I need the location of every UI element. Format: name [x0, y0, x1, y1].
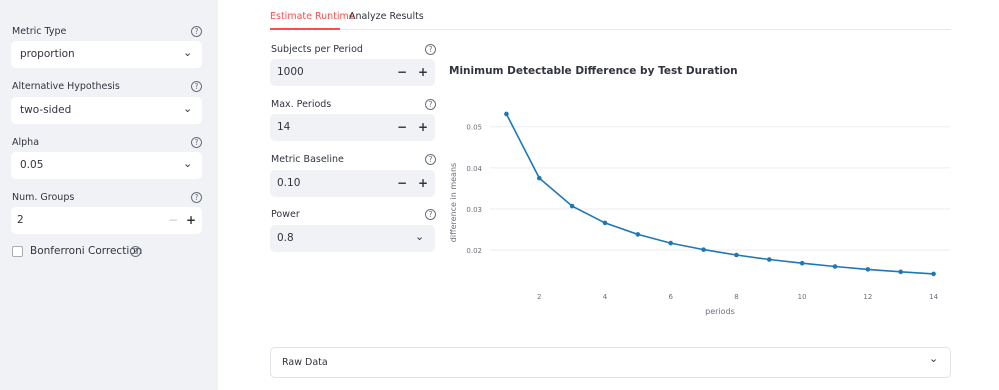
- subjects-help-icon[interactable]: ?: [425, 44, 436, 55]
- data-point: [931, 271, 936, 277]
- power-value: 0.8: [277, 232, 294, 244]
- data-point: [832, 264, 838, 269]
- data-point: [766, 257, 772, 262]
- num-groups-input[interactable]: 2 − +: [11, 207, 202, 234]
- x-tick-label: 14: [929, 293, 938, 301]
- metric-type-label: Metric Type: [12, 26, 67, 37]
- chevron-down-icon: ⌄: [929, 352, 939, 365]
- x-tick-label: 10: [798, 293, 807, 301]
- raw-data-expander[interactable]: Raw Data ⌄: [270, 347, 951, 378]
- data-point: [569, 203, 575, 209]
- metric-type-value: proportion: [20, 48, 75, 60]
- data-point: [504, 111, 509, 117]
- power-label: Power: [271, 209, 300, 220]
- x-tick-label: 4: [603, 293, 608, 301]
- power-select[interactable]: 0.8 ⌄: [270, 225, 435, 252]
- alternative-hypothesis-label: Alternative Hypothesis: [12, 81, 120, 92]
- alpha-help-icon[interactable]: ?: [191, 137, 202, 148]
- num-groups-increment-button[interactable]: +: [183, 211, 199, 229]
- alpha-select[interactable]: 0.05 ⌄: [11, 152, 202, 179]
- data-point: [898, 269, 904, 275]
- x-tick-label: 6: [668, 293, 673, 301]
- active-tab-indicator: [270, 28, 340, 30]
- data-point: [668, 240, 674, 246]
- metric-type-help-icon[interactable]: ?: [191, 26, 202, 37]
- alternative-hypothesis-help-icon[interactable]: ?: [191, 81, 202, 92]
- chart-title: Minimum Detectable Difference by Test Du…: [449, 65, 738, 77]
- tab-estimate-runtime[interactable]: Estimate Runtime: [270, 11, 355, 22]
- alternative-hypothesis-value: two-sided: [20, 104, 72, 116]
- bonferroni-help-icon[interactable]: ?: [130, 246, 141, 257]
- max-periods-value: 14: [277, 121, 291, 133]
- y-axis-label: difference in means: [449, 163, 458, 242]
- max-periods-decrement-button[interactable]: −: [394, 118, 410, 136]
- y-tick-label: 0.04: [466, 165, 482, 173]
- metric-baseline-label: Metric Baseline: [271, 154, 344, 165]
- y-tick-label: 0.02: [466, 247, 482, 255]
- num-groups-label: Num. Groups: [12, 192, 75, 203]
- chevron-down-icon: ⌄: [415, 230, 425, 243]
- max-periods-label: Max. Periods: [271, 99, 332, 110]
- data-point: [865, 267, 871, 272]
- data-point: [799, 260, 805, 266]
- data-point: [734, 252, 739, 258]
- subjects-per-period-label: Subjects per Period: [271, 44, 363, 55]
- metric-baseline-decrement-button[interactable]: −: [394, 174, 410, 192]
- num-groups-decrement-button[interactable]: −: [165, 211, 181, 229]
- data-point: [536, 175, 542, 181]
- chevron-down-icon: ⌄: [183, 157, 193, 170]
- x-tick-label: 12: [863, 293, 872, 301]
- bonferroni-checkbox[interactable]: [12, 246, 23, 257]
- tab-analyze-results[interactable]: Analyze Results: [349, 11, 424, 22]
- metric-baseline-value: 0.10: [277, 177, 301, 189]
- num-groups-value: 2: [17, 214, 24, 226]
- chevron-down-icon: ⌄: [183, 46, 193, 59]
- x-tick-label: 2: [537, 293, 541, 301]
- subjects-increment-button[interactable]: +: [415, 63, 431, 81]
- subjects-per-period-input[interactable]: 1000 − +: [270, 59, 435, 86]
- data-point: [701, 247, 706, 252]
- alternative-hypothesis-select[interactable]: two-sided ⌄: [11, 97, 202, 124]
- tab-bar: Estimate Runtime Analyze Results: [270, 0, 951, 30]
- alpha-value: 0.05: [20, 159, 44, 171]
- y-tick-label: 0.03: [466, 206, 482, 214]
- num-groups-help-icon[interactable]: ?: [191, 192, 202, 203]
- data-point: [635, 232, 641, 237]
- metric-baseline-help-icon[interactable]: ?: [425, 154, 436, 165]
- mdd-line-chart: 0.02 0.03 0.04 0.05 2 4 6 8 10 12 14 periods differe…: [449, 111, 950, 316]
- alpha-label: Alpha: [12, 137, 40, 148]
- max-periods-help-icon[interactable]: ?: [425, 99, 436, 110]
- bonferroni-label[interactable]: Bonferroni Correction: [30, 245, 142, 257]
- chevron-down-icon: ⌄: [183, 102, 193, 115]
- max-periods-increment-button[interactable]: +: [415, 118, 431, 136]
- subjects-decrement-button[interactable]: −: [394, 63, 410, 81]
- y-tick-label: 0.05: [466, 124, 482, 132]
- max-periods-input[interactable]: 14 − +: [270, 114, 435, 141]
- subjects-per-period-value: 1000: [277, 66, 304, 78]
- data-point: [602, 220, 608, 226]
- raw-data-label: Raw Data: [282, 357, 328, 368]
- power-help-icon[interactable]: ?: [425, 209, 436, 220]
- x-tick-label: 8: [734, 293, 738, 301]
- metric-type-select[interactable]: proportion ⌄: [11, 41, 202, 68]
- x-axis-label: periods: [705, 307, 735, 316]
- metric-baseline-input[interactable]: 0.10 − +: [270, 170, 435, 197]
- sidebar: Metric Type ? proportion ⌄ Alternative H…: [0, 0, 218, 390]
- metric-baseline-increment-button[interactable]: +: [415, 174, 431, 192]
